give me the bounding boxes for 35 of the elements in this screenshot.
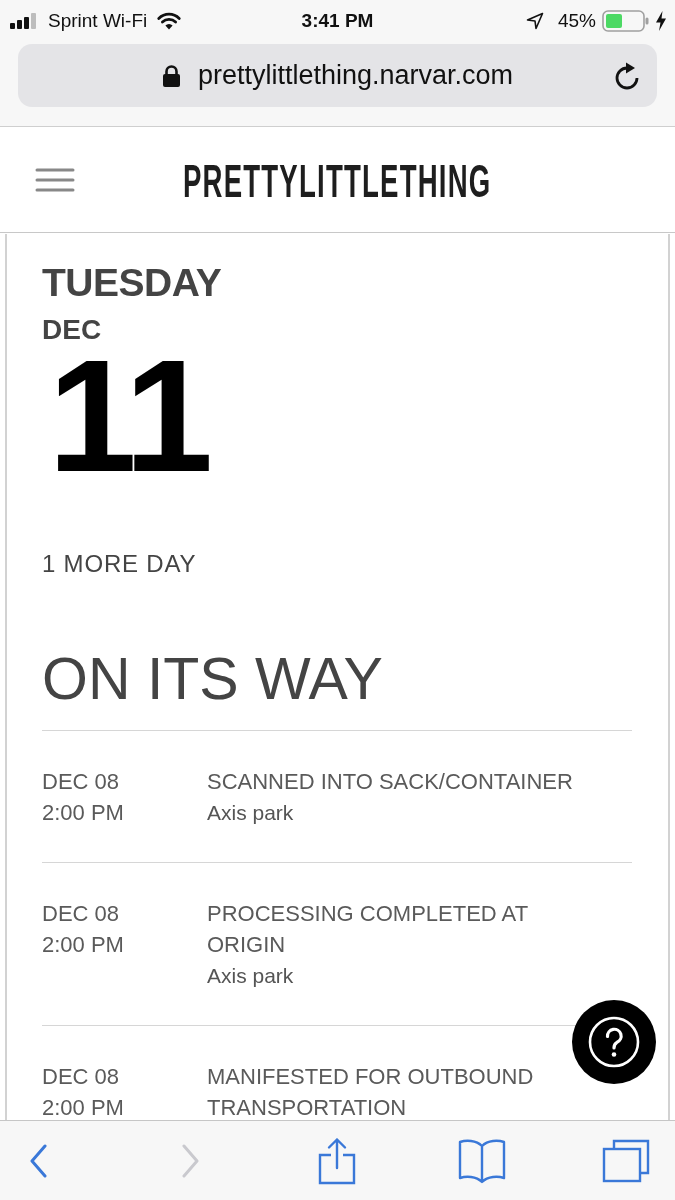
event-description: PROCESSING COMPLETED AT ORIGIN — [207, 900, 529, 959]
wifi-icon — [157, 12, 182, 30]
event-time: 2:00 PM — [42, 1094, 125, 1120]
overlapping-squares-icon[interactable] — [602, 1138, 650, 1183]
battery-icon — [602, 10, 650, 32]
event-description: SCANNED INTO SACK/CONTAINER — [207, 768, 574, 796]
open-book-icon[interactable] — [458, 1137, 506, 1184]
location-arrow-icon — [525, 12, 544, 30]
lightning-bolt-icon — [656, 11, 666, 31]
battery-percent: 45% — [557, 10, 596, 32]
event-description: MANIFESTED FOR OUTBOUND TRANSPORTATION — [207, 1063, 535, 1120]
help-icon — [588, 1016, 640, 1068]
brand-logo[interactable]: PRETTYLITTLETHING — [183, 155, 492, 204]
delivery-month: DEC — [42, 316, 103, 344]
event-date: DEC 08 — [42, 900, 121, 928]
event-date: DEC 08 — [42, 1063, 121, 1091]
address-field[interactable]: prettylittlething.narvar.com — [18, 44, 657, 107]
lock-icon — [161, 63, 181, 88]
event-time: 2:00 PM — [42, 799, 125, 827]
menu-icon[interactable] — [35, 166, 75, 193]
status-time: 3:41 PM — [301, 10, 374, 32]
chevron-left-icon[interactable] — [29, 1143, 47, 1178]
event-date: DEC 08 — [42, 768, 121, 796]
reload-icon[interactable] — [613, 60, 641, 91]
delivery-day: 11 — [48, 352, 632, 480]
event-location: Axis park — [207, 800, 295, 826]
delivery-weekday: TUESDAY — [42, 263, 223, 302]
event-time: 2:00 PM — [42, 931, 125, 959]
days-remaining: 1 MORE DAY — [42, 552, 198, 576]
signal-bars-icon — [10, 13, 38, 29]
url-text: prettylittlething.narvar.com — [197, 60, 514, 91]
shipment-status: ON ITS WAY — [42, 650, 384, 714]
event-location: Axis park — [207, 963, 295, 989]
share-icon[interactable] — [318, 1136, 356, 1185]
carrier-name: Sprint Wi-Fi — [48, 10, 148, 32]
